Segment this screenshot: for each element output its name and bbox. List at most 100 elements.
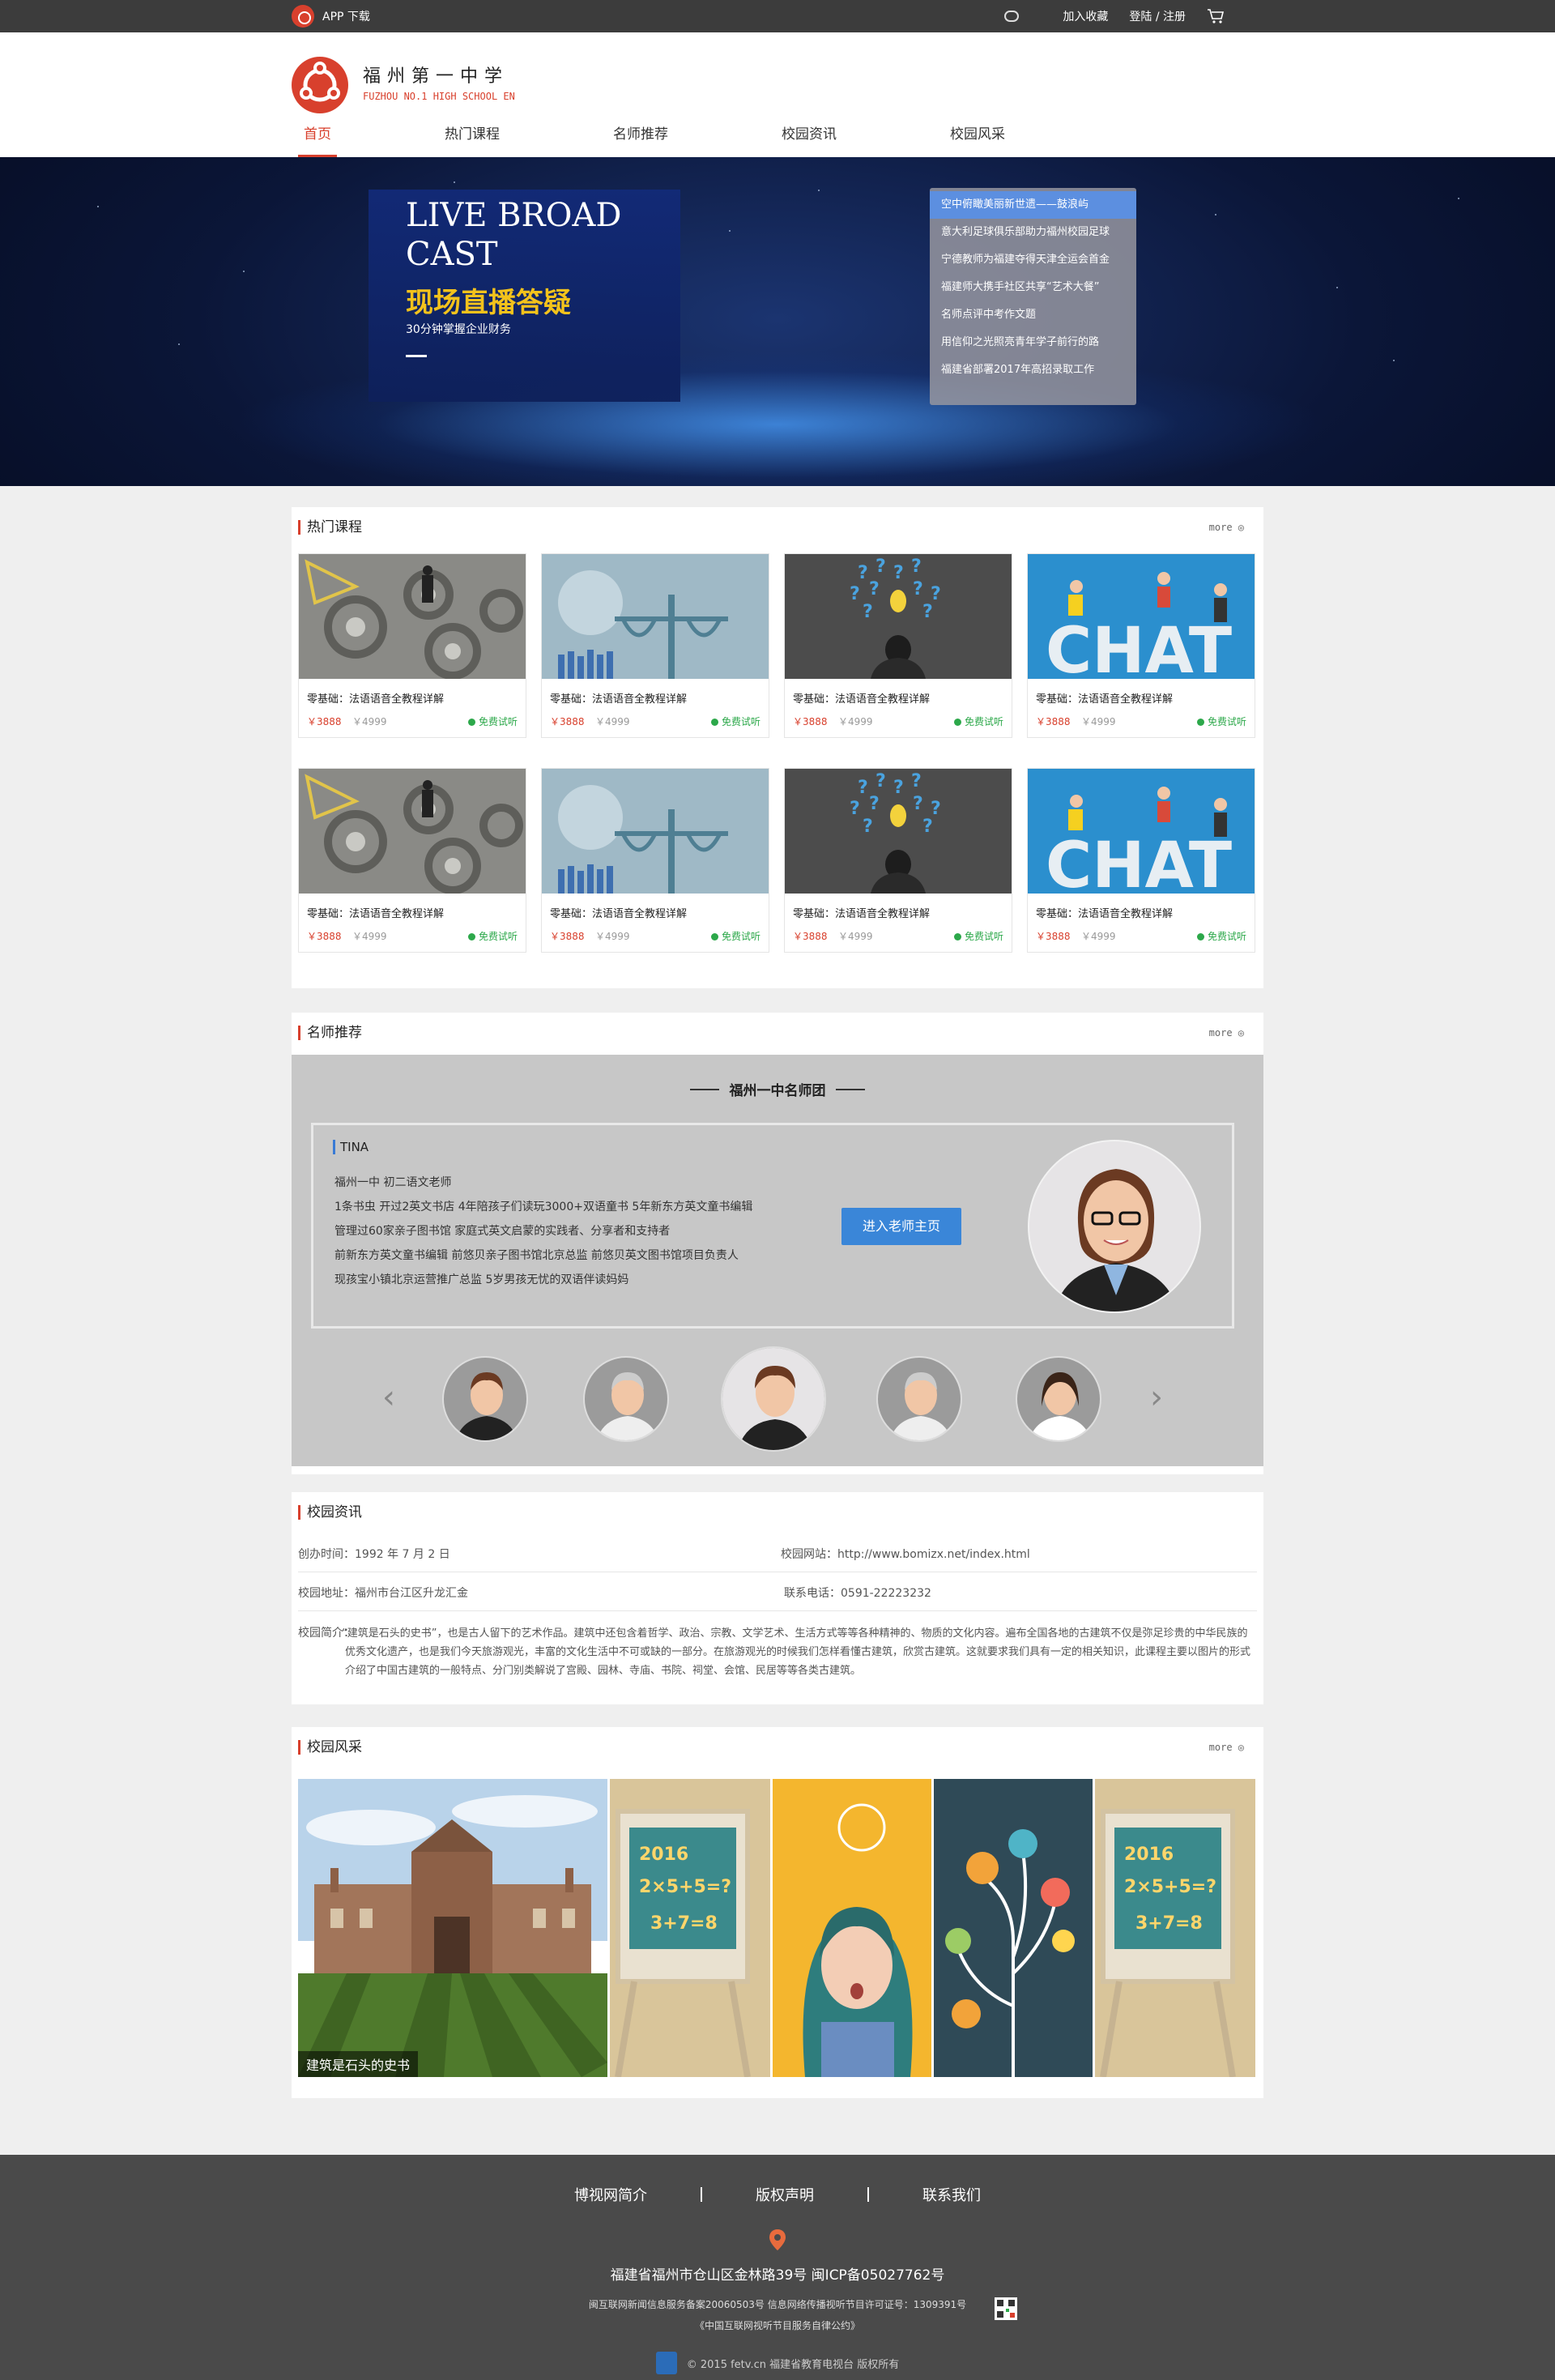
course-card[interactable]: 零基础：法语语音全教程详解 ￥3888 ￥4999 免费试听 xyxy=(541,553,769,738)
course-original-price: ￥4999 xyxy=(838,716,873,727)
more-link[interactable]: more ◎ xyxy=(1209,522,1244,533)
nav-home[interactable]: 首页 xyxy=(292,123,343,157)
live-divider xyxy=(406,355,427,357)
svg-text:?: ? xyxy=(911,771,922,791)
teacher-desc-line: 前新东方英文童书编辑 前悠贝亲子图书馆北京总监 前悠贝英文图书馆项目负责人 xyxy=(334,1249,739,1262)
free-trial-link[interactable]: 免费试听 xyxy=(711,714,760,728)
svg-text:2×5+5=?: 2×5+5=? xyxy=(639,1877,731,1897)
campus-website[interactable]: 校园网站：http://www.bomizx.net/index.html xyxy=(781,1546,1030,1562)
svg-text:3+7=8: 3+7=8 xyxy=(1135,1913,1203,1934)
teacher-thumb[interactable] xyxy=(1016,1356,1101,1442)
svg-text:?: ? xyxy=(858,778,868,798)
course-card[interactable]: 零基础：法语语音全教程详解 ￥3888 ￥4999 免费试听 xyxy=(298,553,526,738)
course-price: ￥3888 xyxy=(793,716,828,727)
free-trial-link[interactable]: 免费试听 xyxy=(1197,929,1246,943)
footer-link-copyright[interactable]: 版权声明 xyxy=(731,2184,838,2205)
free-trial-link[interactable]: 免费试听 xyxy=(468,929,518,943)
free-trial-link[interactable]: 免费试听 xyxy=(954,714,1003,728)
course-image[interactable]: CHAT xyxy=(1028,554,1255,679)
prev-arrow-icon[interactable]: ‹ xyxy=(382,1379,395,1416)
teacher-description: 福州一中 初二语文老师 1条书虫 开过2英文书店 4年陪孩子们读玩3000+双语… xyxy=(334,1171,752,1292)
course-image[interactable]: CHAT xyxy=(1028,769,1255,894)
free-trial-link[interactable]: 免费试听 xyxy=(711,929,760,943)
campus-address: 校园地址：福州市台江区升龙汇金 xyxy=(298,1587,468,1600)
svg-text:2×5+5=?: 2×5+5=? xyxy=(1124,1877,1216,1897)
teacher-homepage-button[interactable]: 进入老师主页 xyxy=(841,1208,961,1245)
course-name[interactable]: 零基础：法语语音全教程详解 xyxy=(793,905,930,920)
news-item[interactable]: 空中俯瞰美丽新世遗——鼓浪屿 xyxy=(930,191,1136,219)
news-item[interactable]: 宁德教师为福建夺得天津全运会首金 xyxy=(930,246,1136,274)
team-title: 福州一中名师团 xyxy=(729,1083,826,1099)
free-trial-link[interactable]: 免费试听 xyxy=(954,929,1003,943)
favorite-link[interactable]: 加入收藏 xyxy=(1063,8,1108,24)
login-register-link[interactable]: 登陆 / 注册 xyxy=(1129,8,1186,24)
course-original-price: ￥4999 xyxy=(838,931,873,942)
course-image[interactable] xyxy=(299,554,526,679)
course-card[interactable]: CHAT 零基础：法语语音全教程详解 ￥3888 ￥4999 免费试听 xyxy=(1027,553,1255,738)
next-arrow-icon[interactable]: › xyxy=(1150,1379,1163,1416)
campus-gallery-section: 校园风采 more ◎ 建筑是石头的史书 2016 2×5+5=? 3+7=8 … xyxy=(292,1727,1263,2098)
course-image[interactable] xyxy=(299,769,526,894)
teachers-section: 名师推荐 more ◎ 福州一中名师团 TINA 福州一中 初二语文老师 1条书… xyxy=(292,1013,1263,1474)
course-name[interactable]: 零基础：法语语音全教程详解 xyxy=(550,905,687,920)
footer-bottom: © 2015 fetv.cn 福建省教育电视台 版权所有 xyxy=(0,2346,1555,2380)
teacher-detail: TINA 福州一中 初二语文老师 1条书虫 开过2英文书店 4年陪孩子们读玩30… xyxy=(311,1123,1234,1329)
svg-text:CHAT: CHAT xyxy=(1046,830,1232,894)
course-card[interactable]: 零基础：法语语音全教程详解 ￥3888 ￥4999 免费试听 xyxy=(298,768,526,953)
footer-link-contact[interactable]: 联系我们 xyxy=(898,2184,1005,2205)
nav-news[interactable]: 校园资讯 xyxy=(769,123,849,157)
nav-campus[interactable]: 校园风采 xyxy=(938,123,1017,157)
teacher-thumb[interactable] xyxy=(876,1356,962,1442)
footer-pact[interactable]: 《中国互联网视听节目服务自律公约》 xyxy=(0,2318,1555,2332)
qr-code-icon xyxy=(995,2297,1017,2320)
chat-icon[interactable] xyxy=(1004,11,1020,22)
live-broadcast-card[interactable]: LIVE BROAD CAST 现场直播答疑 30分钟掌握企业财务 xyxy=(369,190,680,402)
course-name[interactable]: 零基础：法语语音全教程详解 xyxy=(1036,905,1173,920)
footer-link-about[interactable]: 博视网简介 xyxy=(550,2184,671,2205)
news-item[interactable]: 用信仰之光照亮青年学子前行的路 xyxy=(930,329,1136,356)
teacher-showcase: 福州一中名师团 TINA 福州一中 初二语文老师 1条书虫 开过2英文书店 4年… xyxy=(292,1055,1263,1466)
footer-license: 闽互联网新闻信息服务备案20060503号 信息网络传播视听节目许可证号：130… xyxy=(588,2299,967,2310)
news-item[interactable]: 福建师大携手社区共享“艺术大餐” xyxy=(930,274,1136,301)
course-card[interactable]: ?????????? 零基础：法语语音全教程详解 ￥3888 ￥4999 免费试听 xyxy=(784,553,1012,738)
course-name[interactable]: 零基础：法语语音全教程详解 xyxy=(1036,690,1173,706)
news-item[interactable]: 福建省部署2017年高招录取工作 xyxy=(930,356,1136,384)
app-download-link[interactable]: APP 下载 xyxy=(292,5,370,28)
more-link[interactable]: more ◎ xyxy=(1209,1027,1244,1039)
course-image[interactable]: ?????????? xyxy=(785,554,1012,679)
news-item[interactable]: 名师点评中考作文题 xyxy=(930,301,1136,329)
course-image[interactable] xyxy=(542,554,769,679)
course-name[interactable]: 零基础：法语语音全教程详解 xyxy=(307,690,444,706)
school-logo[interactable] xyxy=(292,57,348,113)
svg-text:?: ? xyxy=(869,579,880,599)
gallery-image[interactable]: 2016 2×5+5=? 3+7=8 xyxy=(610,1779,770,2077)
section-title: 名师推荐 xyxy=(298,1026,362,1040)
course-name[interactable]: 零基础：法语语音全教程详解 xyxy=(307,905,444,920)
gallery-image-main[interactable]: 建筑是石头的史书 xyxy=(298,1779,607,2077)
teacher-thumb-active[interactable] xyxy=(721,1346,826,1452)
course-name[interactable]: 零基础：法语语音全教程详解 xyxy=(550,690,687,706)
cart-icon[interactable] xyxy=(1207,8,1225,24)
courses-section: 热门课程 more ◎ 零基础：法语语音全教程详解 ￥3888 ￥4999 免费试听零… xyxy=(292,507,1263,988)
more-link[interactable]: more ◎ xyxy=(1209,1742,1244,1753)
svg-text:?: ? xyxy=(850,799,860,819)
gallery-image[interactable] xyxy=(934,1779,1093,2077)
course-card[interactable]: ?????????? 零基础：法语语音全教程详解 ￥3888 ￥4999 免费试听 xyxy=(784,768,1012,953)
free-trial-link[interactable]: 免费试听 xyxy=(468,714,518,728)
news-item[interactable]: 意大利足球俱乐部助力福州校园足球 xyxy=(930,219,1136,246)
nav-teachers[interactable]: 名师推荐 xyxy=(601,123,680,157)
free-trial-link[interactable]: 免费试听 xyxy=(1197,714,1246,728)
svg-text:?: ? xyxy=(863,602,873,622)
teacher-thumb[interactable] xyxy=(442,1356,528,1442)
course-image[interactable]: ?????????? xyxy=(785,769,1012,894)
course-card[interactable]: CHAT 零基础：法语语音全教程详解 ￥3888 ￥4999 免费试听 xyxy=(1027,768,1255,953)
nav-courses[interactable]: 热门课程 xyxy=(432,123,512,157)
course-image[interactable] xyxy=(542,769,769,894)
svg-text:?: ? xyxy=(893,778,904,798)
teacher-desc-line: 管理过60家亲子图书馆 家庭式英文启蒙的实践者、分享者和支持者 xyxy=(334,1225,671,1238)
course-card[interactable]: 零基础：法语语音全教程详解 ￥3888 ￥4999 免费试听 xyxy=(541,768,769,953)
gallery-image[interactable]: 2016 2×5+5=? 3+7=8 xyxy=(1095,1779,1255,2077)
gallery-image[interactable] xyxy=(773,1779,931,2077)
teacher-thumb[interactable] xyxy=(583,1356,669,1442)
course-name[interactable]: 零基础：法语语音全教程详解 xyxy=(793,690,930,706)
